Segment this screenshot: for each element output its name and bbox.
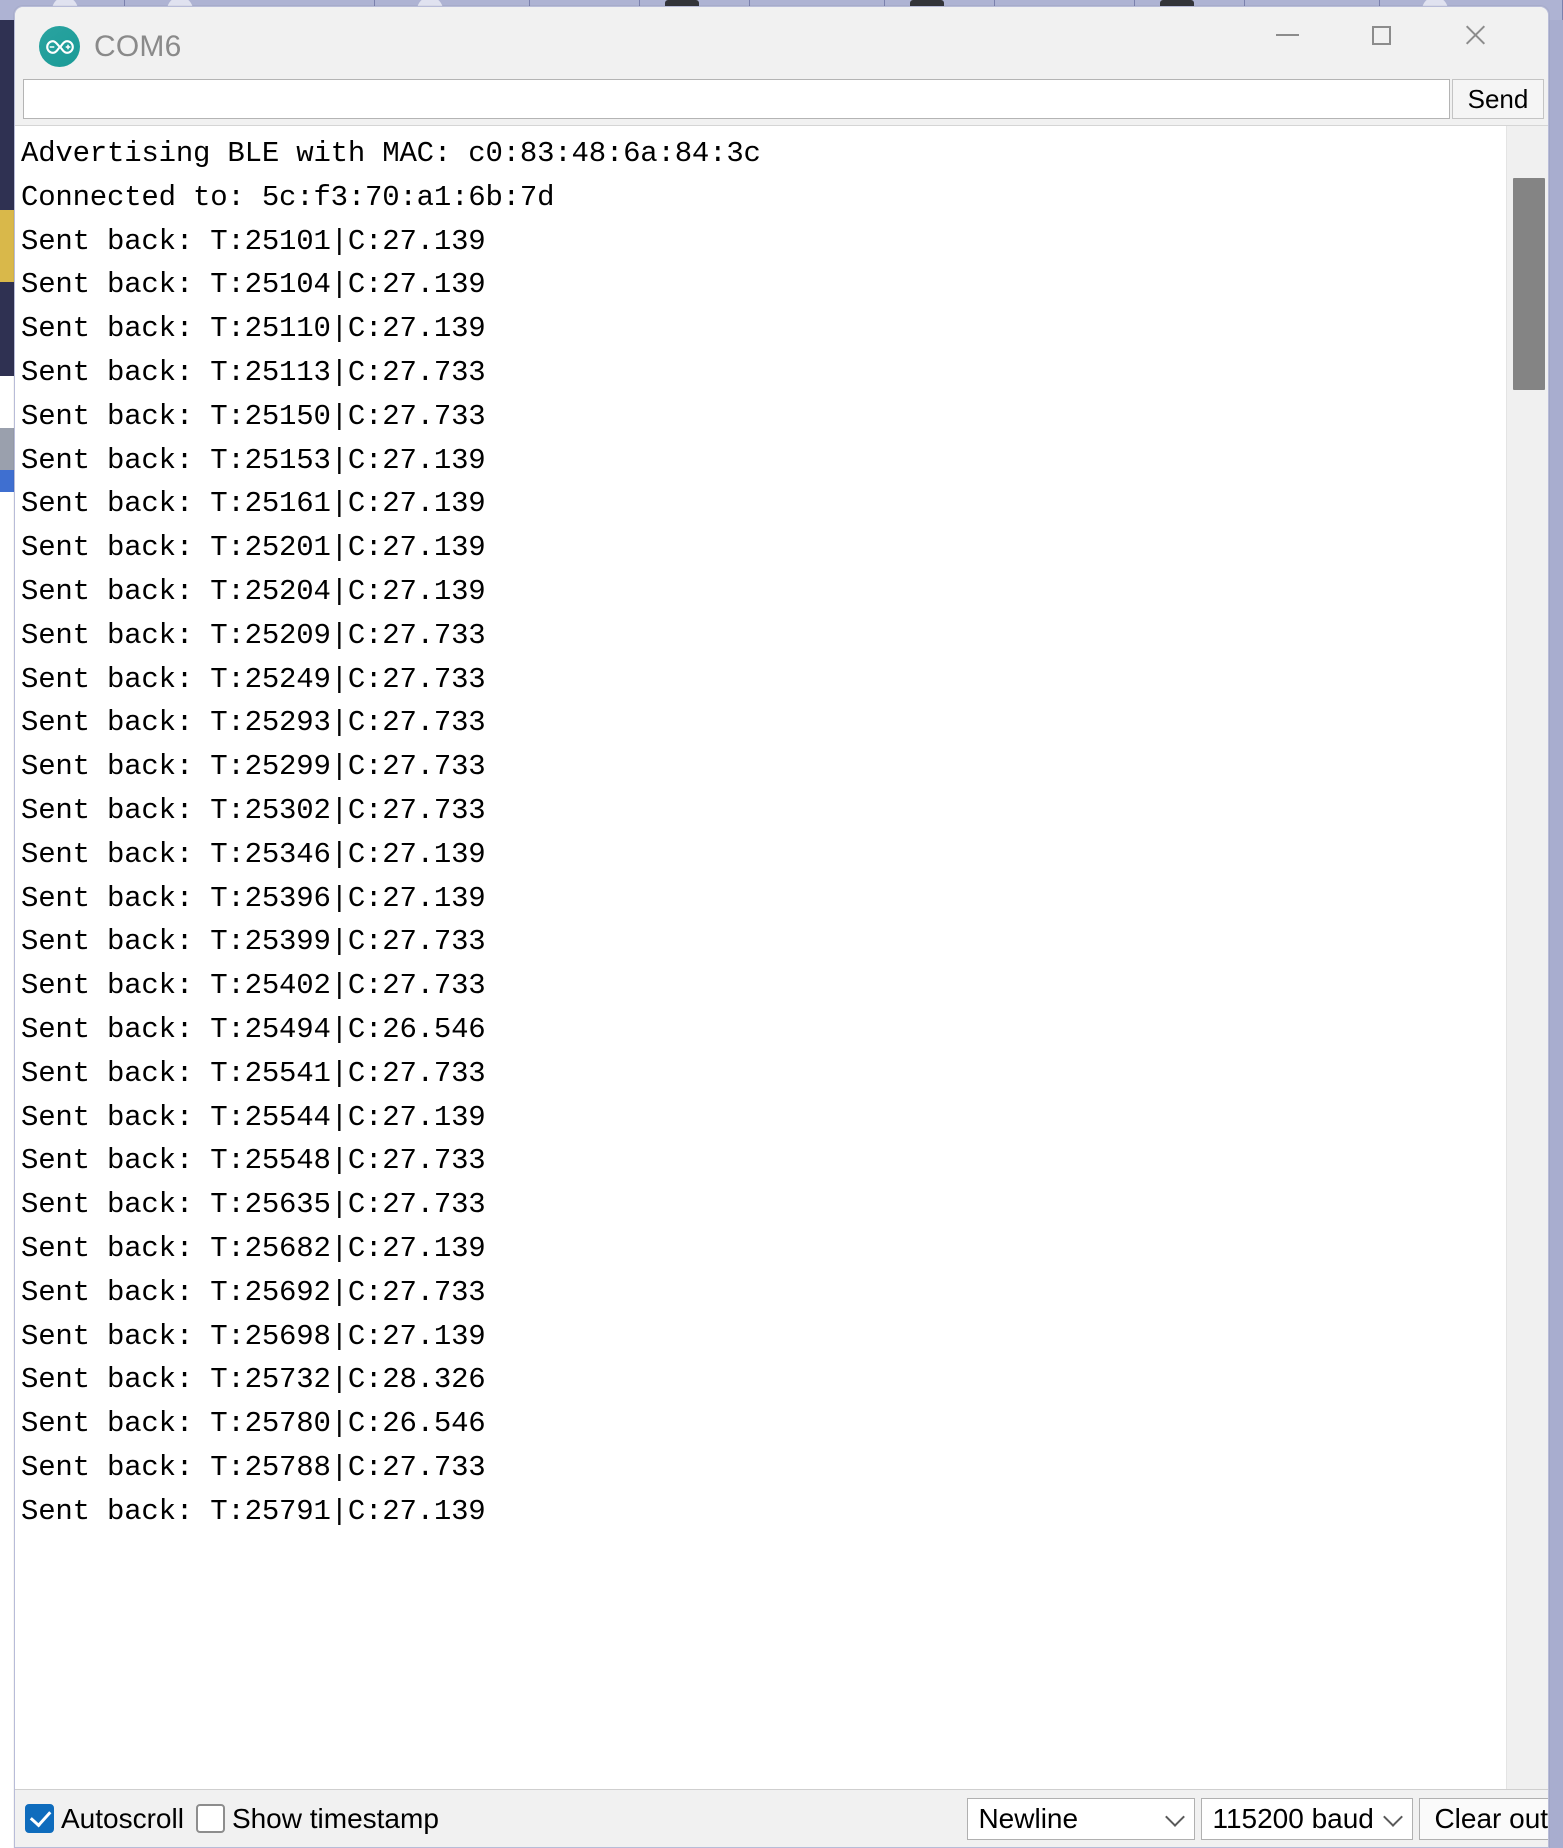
autoscroll-checkbox[interactable] [25,1804,54,1833]
line-ending-value: Newline [978,1802,1079,1834]
arduino-infinity-icon [39,26,80,67]
status-bar: Autoscroll Show timestamp Newline 115200… [15,1789,1548,1847]
show-timestamp-label: Show timestamp [231,1802,439,1834]
serial-monitor-window: COM6 Send Advertising BLE with MAC: c0:8… [14,6,1549,1848]
autoscroll-label: Autoscroll [61,1802,184,1834]
serial-output-text[interactable]: Advertising BLE with MAC: c0:83:48:6a:84… [15,126,1506,1797]
baud-rate-value: 115200 baud [1212,1802,1374,1834]
chevron-down-icon [1165,1806,1186,1827]
show-timestamp-checkbox[interactable] [195,1804,225,1833]
autoscroll-checkbox-group[interactable]: Autoscroll [25,1803,196,1835]
send-button[interactable]: Send [1452,79,1544,119]
chevron-down-icon [1383,1806,1404,1827]
vertical-scrollbar[interactable] [1506,126,1548,1797]
show-timestamp-checkbox-group[interactable]: Show timestamp [195,1802,451,1835]
clear-output-button[interactable]: Clear output [1419,1797,1548,1840]
title-bar: COM6 [15,7,1548,79]
baud-rate-select[interactable]: 115200 baud [1201,1797,1414,1840]
scrollbar-thumb[interactable] [1513,178,1545,390]
close-icon[interactable] [1436,7,1514,63]
send-row: Send [15,79,1548,125]
send-input[interactable] [23,79,1450,119]
line-ending-select[interactable]: Newline [967,1797,1196,1840]
page-title: COM6 [94,30,182,63]
serial-output-area: Advertising BLE with MAC: c0:83:48:6a:84… [15,125,1548,1797]
minimize-icon[interactable] [1248,7,1326,63]
maximize-icon[interactable] [1342,7,1420,63]
